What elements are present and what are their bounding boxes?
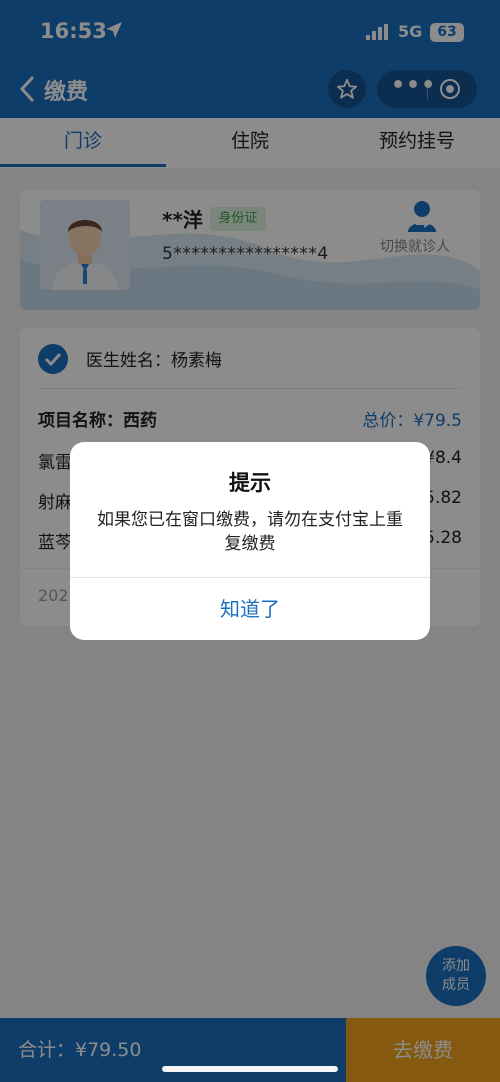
alert-dialog: 提示 如果您已在窗口缴费，请勿在支付宝上重复缴费 知道了 (70, 442, 430, 640)
home-indicator (162, 1066, 338, 1072)
dialog-message: 如果您已在窗口缴费，请勿在支付宝上重复缴费 (97, 510, 403, 554)
dialog-confirm-button[interactable]: 知道了 (70, 578, 430, 640)
dialog-title: 提示 (229, 471, 271, 495)
